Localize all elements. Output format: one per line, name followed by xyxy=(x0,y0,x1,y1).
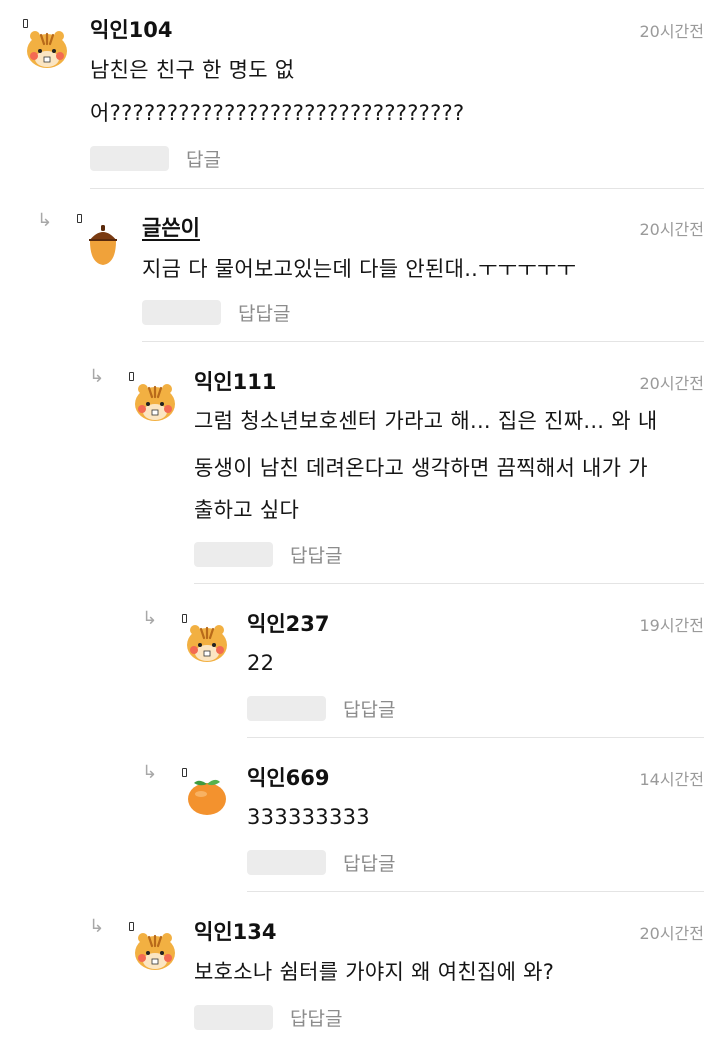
comment-item: ↳ 익인237 19시간전 22 답답글 xyxy=(0,584,720,738)
comment-time: 20시간전 xyxy=(639,22,704,41)
comment-text-line: 지금 다 물어보고있는데 다들 안된대..ㅜㅜㅜㅜㅜ xyxy=(142,257,577,281)
comment-text-line: 333333333 xyxy=(247,805,370,829)
chipmunk-avatar-icon[interactable] xyxy=(133,928,177,972)
reply-button[interactable]: 답답글 xyxy=(343,849,395,876)
comment-item: 익인104 20시간전 남친은 친구 한 명도 없 어?????????????… xyxy=(0,0,720,190)
like-button[interactable] xyxy=(142,300,221,325)
reply-button[interactable]: 답답글 xyxy=(290,541,342,568)
comment-text-line: 보호소나 쉼터를 가야지 왜 여친집에 와? xyxy=(194,960,555,984)
like-button[interactable] xyxy=(194,1005,273,1030)
comment-time: 19시간전 xyxy=(639,616,704,635)
chipmunk-avatar-icon[interactable] xyxy=(133,379,177,423)
comment-text-line: 출하고 싶다 xyxy=(194,498,300,522)
chipmunk-avatar-icon[interactable] xyxy=(25,26,69,70)
comment-item: ↳ 글쓴이 20시간전 지금 다 물어보고있는데 다들 안된대..ㅜㅜㅜㅜㅜ 답… xyxy=(0,190,720,342)
comment-item: ↳ 익인669 14시간전 333333333 답답글 xyxy=(0,738,720,892)
reply-arrow-icon: ↳ xyxy=(89,916,105,937)
comment-author[interactable]: 익인669 xyxy=(247,762,329,792)
comment-time: 20시간전 xyxy=(639,924,704,943)
reply-arrow-icon: ↳ xyxy=(142,608,158,629)
divider xyxy=(90,188,704,189)
comment-text-line: 22 xyxy=(247,651,275,675)
comment-author[interactable]: 익인104 xyxy=(90,14,172,44)
comment-time: 20시간전 xyxy=(639,220,704,239)
comment-author[interactable]: 익인134 xyxy=(194,916,276,946)
comment-time: 20시간전 xyxy=(639,374,704,393)
reply-button[interactable]: 답글 xyxy=(186,145,221,172)
chipmunk-avatar-icon[interactable] xyxy=(185,620,229,664)
reply-button[interactable]: 답답글 xyxy=(290,1004,342,1031)
comment-item: ↳ 익인111 20시간전 그럼 청소년보호센터 가라고 해... 집은 진짜.… xyxy=(0,342,720,584)
like-button[interactable] xyxy=(194,542,273,567)
like-button[interactable] xyxy=(90,146,169,171)
like-button[interactable] xyxy=(247,850,326,875)
acorn-avatar-icon[interactable] xyxy=(81,223,125,267)
reply-arrow-icon: ↳ xyxy=(142,762,158,783)
reply-arrow-icon: ↳ xyxy=(37,210,53,231)
comment-text-line: 동생이 남친 데려온다고 생각하면 끔찍해서 내가 가 xyxy=(194,456,648,480)
comment-author[interactable]: 익인237 xyxy=(247,608,329,638)
comment-thread: 익인104 20시간전 남친은 친구 한 명도 없 어?????????????… xyxy=(0,0,720,1040)
comment-text-line: 어??????????????????????????????? xyxy=(90,101,465,125)
reply-button[interactable]: 답답글 xyxy=(238,299,290,326)
reply-button[interactable]: 답답글 xyxy=(343,695,395,722)
report-icon[interactable] xyxy=(77,214,82,223)
like-button[interactable] xyxy=(247,696,326,721)
reply-arrow-icon: ↳ xyxy=(89,366,105,387)
comment-text-line: 남친은 친구 한 명도 없 xyxy=(90,58,295,82)
comment-author[interactable]: 익인111 xyxy=(194,366,276,396)
tangerine-avatar-icon[interactable] xyxy=(185,774,229,818)
comment-item: ↳ 익인134 20시간전 보호소나 쉼터를 가야지 왜 여친집에 와? 답답글 xyxy=(0,892,720,1040)
comment-author[interactable]: 글쓴이 xyxy=(142,212,200,242)
comment-time: 14시간전 xyxy=(639,770,704,789)
comment-text-line: 그럼 청소년보호센터 가라고 해... 집은 진짜... 와 내 xyxy=(194,409,658,433)
